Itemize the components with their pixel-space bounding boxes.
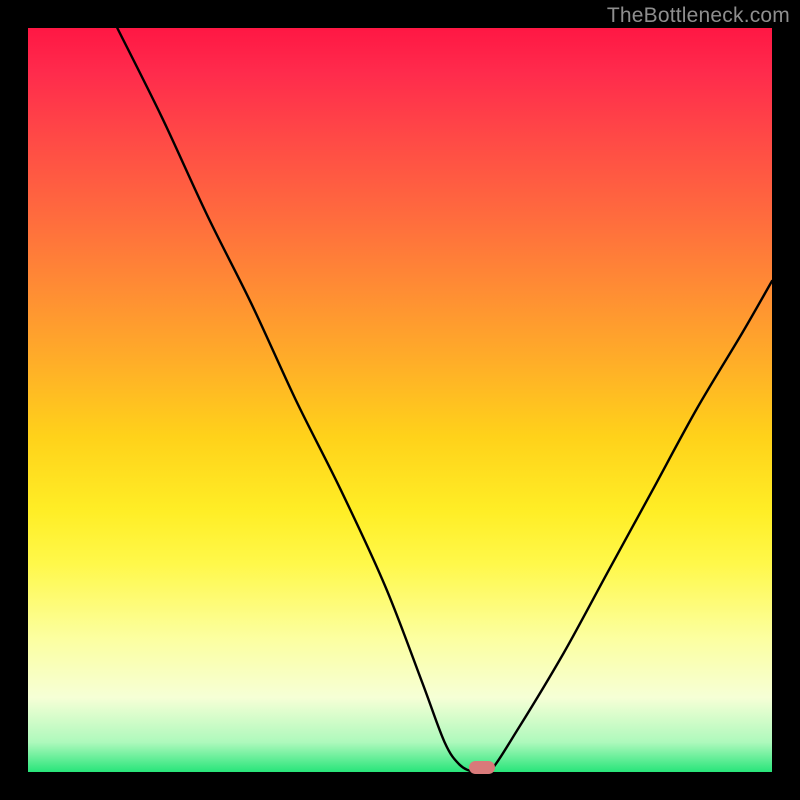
watermark-text: TheBottleneck.com <box>607 4 790 28</box>
chart-frame: TheBottleneck.com <box>0 0 800 800</box>
optimal-marker <box>469 761 495 774</box>
bottleneck-curve <box>28 28 772 772</box>
plot-area <box>28 28 772 772</box>
